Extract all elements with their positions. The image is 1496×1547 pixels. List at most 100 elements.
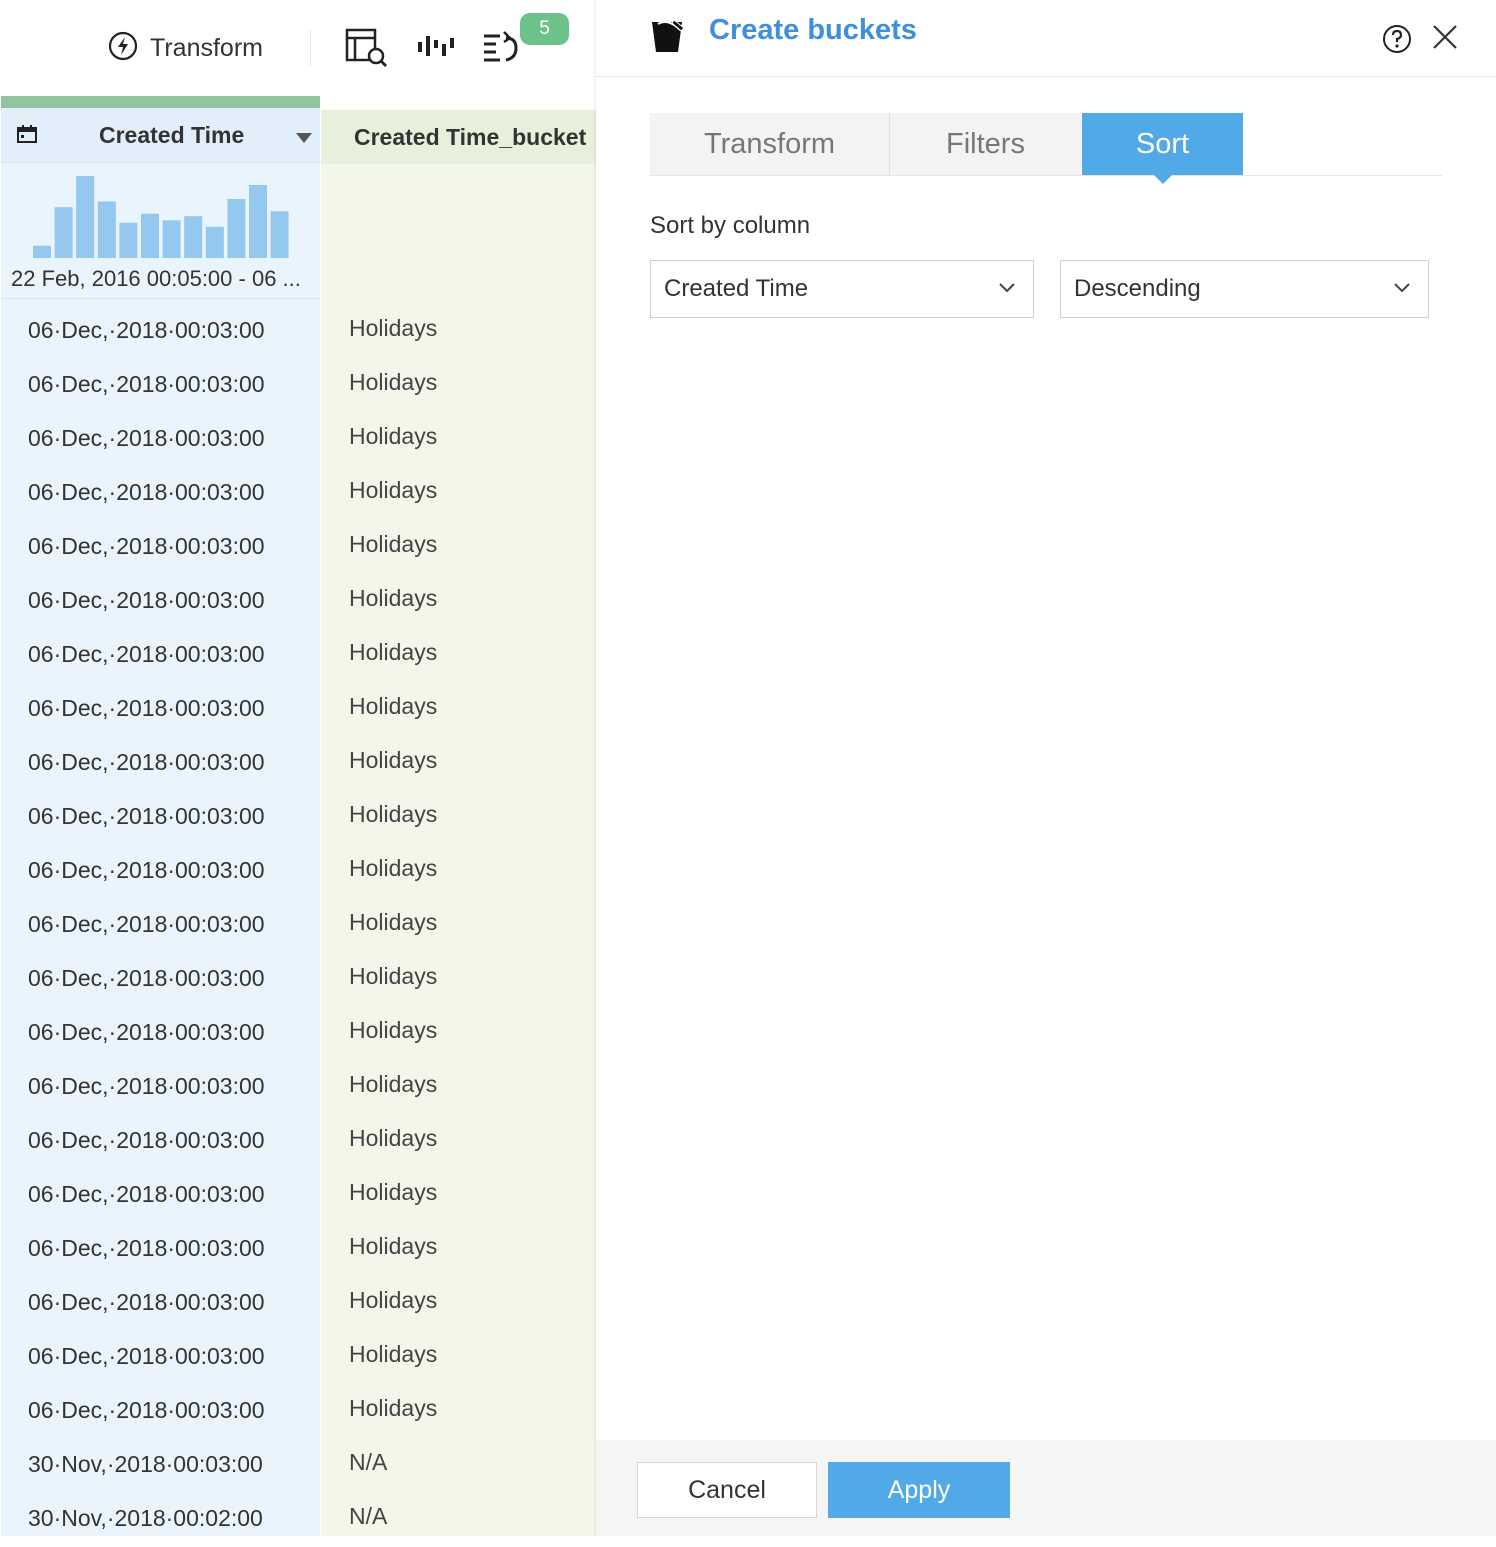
cell-created-time-bucket[interactable]: Holidays: [349, 801, 437, 828]
sort-order-select[interactable]: Descending: [1060, 260, 1429, 318]
cell-created-time[interactable]: 06·Dec,·2018·00:03:00: [28, 911, 265, 938]
table-row: 06·Dec,·2018·00:03:00 Holidays: [0, 845, 596, 899]
cell-created-time-bucket[interactable]: Holidays: [349, 531, 437, 558]
cell-created-time-bucket[interactable]: Holidays: [349, 1071, 437, 1098]
column-header-created-time[interactable]: Created Time: [1, 108, 320, 163]
cell-created-time[interactable]: 06·Dec,·2018·00:03:00: [28, 965, 265, 992]
column-header-label: Created Time_bucket: [354, 124, 587, 150]
transform-button[interactable]: Transform: [108, 30, 263, 66]
histogram-bar[interactable]: [162, 220, 181, 258]
cell-created-time-bucket[interactable]: Holidays: [349, 909, 437, 936]
histogram-bar[interactable]: [97, 201, 116, 258]
apply-button[interactable]: Apply: [828, 1462, 1010, 1518]
table-row: 06·Dec,·2018·00:03:00 Holidays: [0, 1115, 596, 1169]
histogram-icon[interactable]: [414, 26, 460, 70]
histogram-bar[interactable]: [119, 222, 138, 258]
table-row: 06·Dec,·2018·00:03:00 Holidays: [0, 953, 596, 1007]
cell-created-time[interactable]: 06·Dec,·2018·00:03:00: [28, 1181, 265, 1208]
cell-created-time-bucket[interactable]: N/A: [349, 1503, 387, 1530]
cell-created-time-bucket[interactable]: Holidays: [349, 1125, 437, 1152]
cell-created-time-bucket[interactable]: Holidays: [349, 369, 437, 396]
cell-created-time[interactable]: 06·Dec,·2018·00:03:00: [28, 479, 265, 506]
table-row: 06·Dec,·2018·00:03:00 Holidays: [0, 521, 596, 575]
histogram-bar[interactable]: [227, 198, 246, 258]
cell-created-time[interactable]: 06·Dec,·2018·00:03:00: [28, 1019, 265, 1046]
cell-created-time[interactable]: 06·Dec,·2018·00:03:00: [28, 425, 265, 452]
cell-created-time[interactable]: 06·Dec,·2018·00:03:00: [28, 1073, 265, 1100]
tab-filters[interactable]: Filters: [890, 113, 1081, 175]
panel-footer: Cancel Apply: [596, 1440, 1496, 1536]
histogram-bar[interactable]: [184, 216, 203, 258]
cell-created-time[interactable]: 06·Dec,·2018·00:03:00: [28, 857, 265, 884]
cell-created-time[interactable]: 06·Dec,·2018·00:03:00: [28, 695, 265, 722]
column-histogram: 22 Feb, 2016 00:05:00 - 06 ...: [1, 162, 320, 299]
cell-created-time[interactable]: 06·Dec,·2018·00:03:00: [28, 1397, 265, 1424]
cell-created-time[interactable]: 06·Dec,·2018·00:03:00: [28, 587, 265, 614]
column-quality-bar: [1, 96, 320, 108]
tab-sort[interactable]: Sort: [1082, 113, 1243, 184]
sort-by-column-label: Sort by column: [650, 212, 811, 239]
cell-created-time-bucket[interactable]: Holidays: [349, 1017, 437, 1044]
cell-created-time-bucket[interactable]: Holidays: [349, 1287, 437, 1314]
cell-created-time-bucket[interactable]: Holidays: [349, 855, 437, 882]
cell-created-time[interactable]: 30·Nov,·2018·00:02:00: [28, 1505, 263, 1532]
tab-transform[interactable]: Transform: [650, 113, 890, 175]
table-row: 06·Dec,·2018·00:03:00 Holidays: [0, 467, 596, 521]
cell-created-time-bucket[interactable]: Holidays: [349, 1233, 437, 1260]
cell-created-time[interactable]: 06·Dec,·2018·00:03:00: [28, 533, 265, 560]
cell-created-time[interactable]: 06·Dec,·2018·00:03:00: [28, 641, 265, 668]
panel-tabs: Transform Filters Sort: [650, 113, 1442, 184]
cell-created-time-bucket[interactable]: Holidays: [349, 1395, 437, 1422]
cell-created-time[interactable]: 06·Dec,·2018·00:03:00: [28, 1235, 265, 1262]
cell-created-time[interactable]: 06·Dec,·2018·00:03:00: [28, 803, 265, 830]
table-row: 06·Dec,·2018·00:03:00 Holidays: [0, 1169, 596, 1223]
cell-created-time[interactable]: 06·Dec,·2018·00:03:00: [28, 1343, 265, 1370]
cell-created-time[interactable]: 06·Dec,·2018·00:03:00: [28, 371, 265, 398]
grid-toolbar: Transform 5: [0, 0, 596, 96]
cancel-button[interactable]: Cancel: [637, 1462, 817, 1518]
histogram-bar[interactable]: [270, 211, 289, 258]
histogram-bar[interactable]: [54, 207, 73, 258]
cell-created-time-bucket[interactable]: Holidays: [349, 747, 437, 774]
histogram-bar[interactable]: [33, 245, 51, 258]
table-row: 06·Dec,·2018·00:03:00 Holidays: [0, 1331, 596, 1385]
table-preview-icon[interactable]: [344, 26, 390, 70]
cell-created-time-bucket[interactable]: Holidays: [349, 963, 437, 990]
chevron-down-icon: [998, 281, 1016, 299]
sort-column-select[interactable]: Created Time: [650, 260, 1034, 318]
create-buckets-panel: Create buckets Transform Filters Sort So…: [596, 0, 1496, 1536]
cell-created-time-bucket[interactable]: Holidays: [349, 1341, 437, 1368]
table-row: 06·Dec,·2018·00:03:00 Holidays: [0, 305, 596, 359]
cell-created-time-bucket[interactable]: Holidays: [349, 315, 437, 342]
cell-created-time-bucket[interactable]: Holidays: [349, 1179, 437, 1206]
close-icon[interactable]: [1432, 24, 1458, 55]
grid-rows: 06·Dec,·2018·00:03:00 Holidays 06·Dec,·201…: [0, 305, 596, 1547]
column-header-created-time-bucket[interactable]: Created Time_bucket: [321, 110, 596, 164]
cell-created-time-bucket[interactable]: Holidays: [349, 693, 437, 720]
lightning-icon: [108, 31, 138, 66]
sort-order-value: Descending: [1074, 275, 1201, 302]
cell-created-time[interactable]: 06·Dec,·2018·00:03:00: [28, 749, 265, 776]
help-icon[interactable]: [1382, 24, 1412, 59]
table-row: 06·Dec,·2018·00:03:00 Holidays: [0, 791, 596, 845]
table-row: 06·Dec,·2018·00:03:00 Holidays: [0, 1223, 596, 1277]
cell-created-time-bucket[interactable]: Holidays: [349, 585, 437, 612]
column-menu-dropdown-icon[interactable]: [296, 133, 312, 143]
table-row: 30·Nov,·2018·00:03:00 N/A: [0, 1439, 596, 1493]
histogram-bar[interactable]: [76, 176, 95, 258]
chevron-down-icon: [1393, 281, 1411, 299]
cell-created-time[interactable]: 06·Dec,·2018·00:03:00: [28, 1289, 265, 1316]
cell-created-time-bucket[interactable]: Holidays: [349, 639, 437, 666]
histogram-bar[interactable]: [249, 185, 267, 258]
cell-created-time[interactable]: 06·Dec,·2018·00:03:00: [28, 1127, 265, 1154]
cell-created-time-bucket[interactable]: Holidays: [349, 477, 437, 504]
cell-created-time[interactable]: 30·Nov,·2018·00:03:00: [28, 1451, 263, 1478]
table-row: 06·Dec,·2018·00:03:00 Holidays: [0, 413, 596, 467]
histogram-bar[interactable]: [141, 213, 159, 258]
data-grid-area: Transform 5 Created Time 22 Feb, 2016 00…: [0, 0, 596, 1536]
histogram-bar[interactable]: [205, 226, 224, 258]
cell-created-time[interactable]: 06·Dec,·2018·00:03:00: [28, 317, 265, 344]
cell-created-time-bucket[interactable]: Holidays: [349, 423, 437, 450]
cell-created-time-bucket[interactable]: N/A: [349, 1449, 387, 1476]
bucket-icon: [650, 16, 686, 59]
